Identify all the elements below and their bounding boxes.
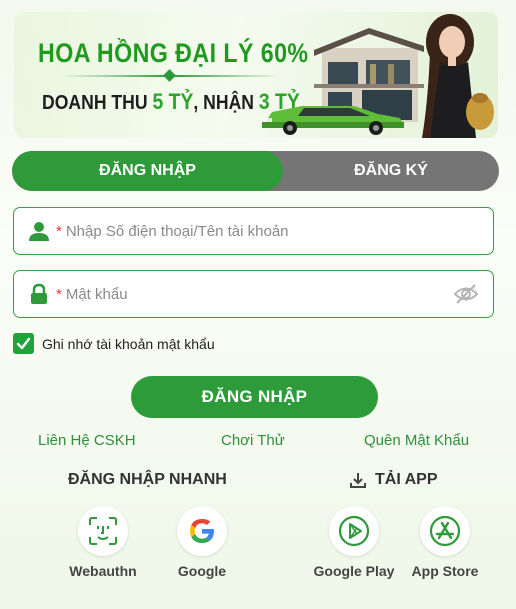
username-required-marker: * bbox=[56, 222, 62, 240]
remember-me: Ghi nhớ tài khoản mật khẩu bbox=[13, 333, 215, 354]
username-input[interactable] bbox=[65, 208, 493, 254]
check-icon bbox=[16, 337, 31, 350]
webauthn-button[interactable] bbox=[78, 506, 128, 556]
password-input[interactable] bbox=[65, 271, 453, 317]
banner-diamond bbox=[163, 69, 176, 82]
google-icon bbox=[190, 519, 214, 543]
banner-subtitle-part1: DOANH THU bbox=[42, 92, 153, 114]
auth-tabs: ĐĂNG NHẬP ĐĂNG KÝ bbox=[12, 151, 499, 191]
google-label: Google bbox=[177, 563, 227, 579]
app-store-label: App Store bbox=[411, 563, 479, 579]
user-icon bbox=[29, 222, 49, 241]
password-required-marker: * bbox=[56, 285, 62, 303]
webauthn-label: Webauthn bbox=[69, 563, 137, 579]
lock-icon bbox=[31, 283, 47, 304]
car-image bbox=[262, 106, 404, 135]
login-button[interactable]: ĐĂNG NHẬP bbox=[131, 376, 378, 418]
support-link[interactable]: Liên Hệ CSKH bbox=[38, 432, 136, 449]
app-store-icon bbox=[429, 515, 461, 547]
banner-subtitle-part2: , NHẬN bbox=[193, 92, 259, 114]
trial-link[interactable]: Chơi Thử bbox=[221, 432, 285, 449]
play-store-icon bbox=[338, 515, 370, 547]
download-app-title: TẢI APP bbox=[375, 471, 438, 488]
eye-slash-icon[interactable] bbox=[453, 283, 479, 305]
download-icon bbox=[350, 473, 366, 488]
google-play-label: Google Play bbox=[313, 563, 395, 579]
quick-login-title: ĐĂNG NHẬP NHANH bbox=[68, 471, 227, 488]
model-image bbox=[422, 14, 494, 138]
banner-title: HOA HỒNG ĐẠI LÝ 60% bbox=[38, 38, 309, 68]
remember-label: Ghi nhớ tài khoản mật khẩu bbox=[42, 335, 215, 352]
google-login-button[interactable] bbox=[177, 506, 227, 556]
banner-subtitle-highlight1: 5 TỶ bbox=[152, 89, 194, 114]
username-field[interactable]: * bbox=[13, 207, 494, 255]
google-play-button[interactable] bbox=[329, 506, 379, 556]
face-id-icon bbox=[89, 517, 117, 545]
tab-login[interactable]: ĐĂNG NHẬP bbox=[12, 151, 283, 191]
password-field[interactable]: * bbox=[13, 270, 494, 318]
app-store-button[interactable] bbox=[420, 506, 470, 556]
forgot-password-link[interactable]: Quên Mật Khẩu bbox=[364, 432, 469, 449]
promo-banner[interactable]: HOA HỒNG ĐẠI LÝ 60% DOANH THU 5 TỶ, NHẬN… bbox=[14, 12, 498, 138]
tab-register[interactable]: ĐĂNG KÝ bbox=[283, 151, 499, 191]
remember-checkbox[interactable] bbox=[13, 333, 34, 354]
